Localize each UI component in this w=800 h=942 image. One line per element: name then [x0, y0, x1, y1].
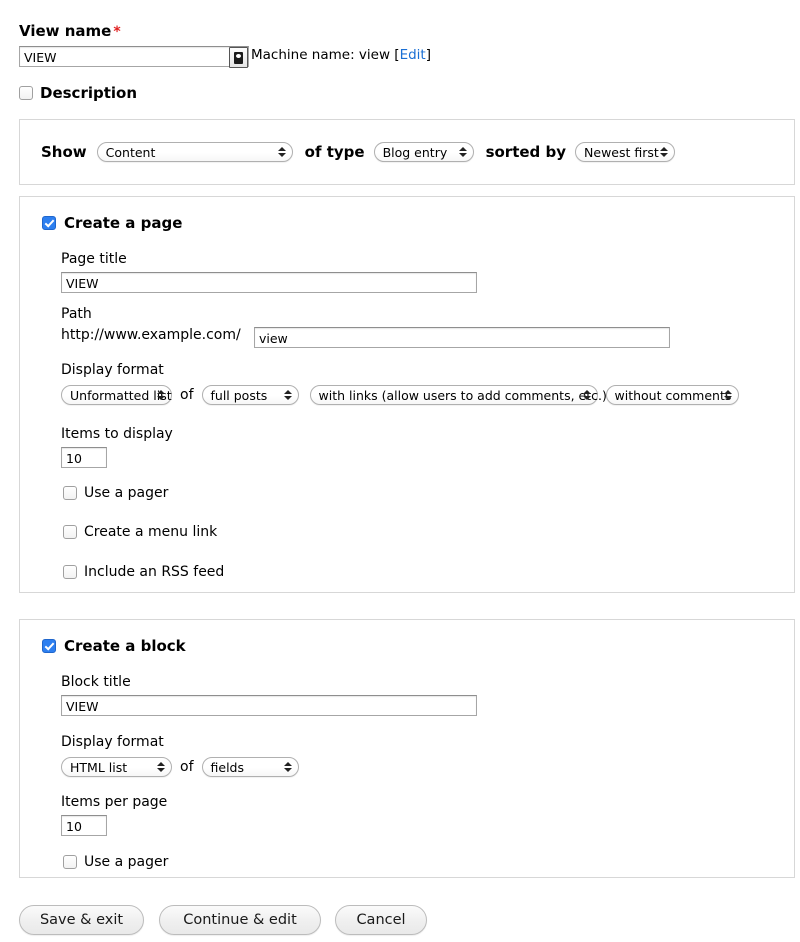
stepper-arrows-icon: [157, 760, 165, 774]
block-use-pager-checkbox[interactable]: [63, 855, 77, 869]
page-format-select[interactable]: Unformatted list: [61, 385, 172, 405]
create-menu-link-toggle[interactable]: Create a menu link: [63, 524, 217, 540]
save-and-exit-button[interactable]: Save & exit: [19, 905, 144, 935]
contact-card-glyph: [234, 51, 243, 64]
machine-name-readout: Machine name: view [Edit]: [251, 47, 431, 63]
page-title-input[interactable]: [61, 272, 477, 293]
stepper-arrows-icon: [582, 388, 591, 402]
page-links-value: with links (allow users to add comments,…: [318, 387, 607, 403]
description-label: Description: [40, 84, 138, 102]
contact-card-icon[interactable]: [229, 47, 248, 68]
block-row-value: fields: [210, 759, 244, 775]
sort-select[interactable]: Newest first: [575, 142, 676, 162]
page-display-format-label: Display format: [61, 362, 164, 378]
page-use-pager-checkbox[interactable]: [63, 486, 77, 500]
path-label: Path: [61, 306, 92, 322]
include-rss-feed-toggle[interactable]: Include an RSS feed: [63, 564, 224, 580]
of-type-label: of type: [304, 143, 365, 161]
content-type-select[interactable]: Blog entry: [373, 142, 474, 162]
page-of-label: of: [180, 387, 194, 403]
block-use-pager-toggle[interactable]: Use a pager: [63, 854, 168, 870]
stepper-arrows-icon: [277, 145, 286, 159]
show-base-value: Content: [105, 144, 156, 160]
content-type-value: Blog entry: [382, 144, 448, 160]
stepper-arrows-icon: [157, 388, 165, 402]
continue-and-edit-button[interactable]: Continue & edit: [159, 905, 321, 935]
create-block-fieldset: Create a block Block title Display forma…: [19, 619, 795, 878]
block-title-label: Block title: [61, 674, 131, 690]
page-comments-select[interactable]: without comments: [605, 385, 739, 405]
page-use-pager-toggle[interactable]: Use a pager: [63, 485, 168, 501]
stepper-arrows-icon: [283, 388, 292, 402]
page-row-value: full posts: [210, 387, 268, 403]
cancel-button[interactable]: Cancel: [335, 905, 427, 935]
create-block-toggle[interactable]: Create a block: [42, 637, 186, 655]
block-format-select[interactable]: HTML list: [61, 757, 172, 777]
block-format-value: HTML list: [70, 759, 128, 775]
stepper-arrows-icon: [723, 388, 732, 402]
create-page-checkbox[interactable]: [42, 216, 56, 230]
items-per-page-label: Items per page: [61, 794, 168, 810]
path-input[interactable]: [254, 327, 670, 348]
block-use-pager-label: Use a pager: [84, 854, 169, 870]
create-page-fieldset: Create a page Page title Path http://www…: [19, 196, 795, 593]
show-label: Show: [41, 143, 87, 161]
create-menu-link-checkbox[interactable]: [63, 525, 77, 539]
cancel-label: Cancel: [356, 912, 406, 928]
create-page-label: Create a page: [64, 214, 183, 232]
view-name-label: View name *: [19, 22, 121, 40]
continue-and-edit-label: Continue & edit: [183, 912, 297, 928]
description-toggle[interactable]: Description: [19, 84, 137, 102]
block-display-format-row: HTML list of fields: [61, 757, 299, 777]
machine-name-edit-link[interactable]: Edit: [400, 47, 426, 63]
page-display-format-row: Unformatted list of full posts with link…: [61, 385, 739, 405]
page-row-select[interactable]: full posts: [201, 385, 299, 405]
machine-name-prefix: Machine name: view [: [251, 47, 400, 63]
show-row: Show Content of type Blog entry sorted b…: [41, 142, 676, 162]
create-menu-link-label: Create a menu link: [84, 524, 218, 540]
required-asterisk: *: [113, 24, 121, 40]
page-comments-value: without comments: [614, 387, 732, 403]
page-title-label: Page title: [61, 251, 127, 267]
items-to-display-label: Items to display: [61, 426, 173, 442]
sort-value: Newest first: [584, 144, 659, 160]
stepper-arrows-icon: [660, 145, 669, 159]
view-name-input[interactable]: [19, 46, 249, 67]
machine-name-suffix: ]: [425, 47, 432, 63]
sorted-by-label: sorted by: [485, 143, 567, 161]
items-per-page-input[interactable]: [61, 815, 107, 836]
show-base-select[interactable]: Content: [96, 142, 293, 162]
show-fieldset: Show Content of type Blog entry sorted b…: [19, 119, 795, 185]
block-display-format-label: Display format: [61, 734, 164, 750]
path-prefix: http://www.example.com/: [61, 327, 241, 343]
page-links-select[interactable]: with links (allow users to add comments,…: [309, 385, 607, 405]
view-name-label-text: View name: [19, 22, 112, 40]
block-of-label: of: [180, 759, 194, 775]
save-and-exit-label: Save & exit: [39, 912, 124, 928]
include-rss-feed-label: Include an RSS feed: [84, 564, 225, 580]
stepper-arrows-icon: [283, 760, 292, 774]
create-block-label: Create a block: [64, 637, 186, 655]
page-use-pager-label: Use a pager: [84, 485, 169, 501]
create-block-checkbox[interactable]: [42, 639, 56, 653]
block-title-input[interactable]: [61, 695, 477, 716]
include-rss-feed-checkbox[interactable]: [63, 565, 77, 579]
view-wizard-form: View name* Machine name: view [Edit] Des…: [0, 0, 800, 942]
description-checkbox[interactable]: [19, 86, 33, 100]
stepper-arrows-icon: [458, 145, 467, 159]
block-row-select[interactable]: fields: [201, 757, 299, 777]
create-page-toggle[interactable]: Create a page: [42, 214, 182, 232]
items-to-display-input[interactable]: [61, 447, 107, 468]
